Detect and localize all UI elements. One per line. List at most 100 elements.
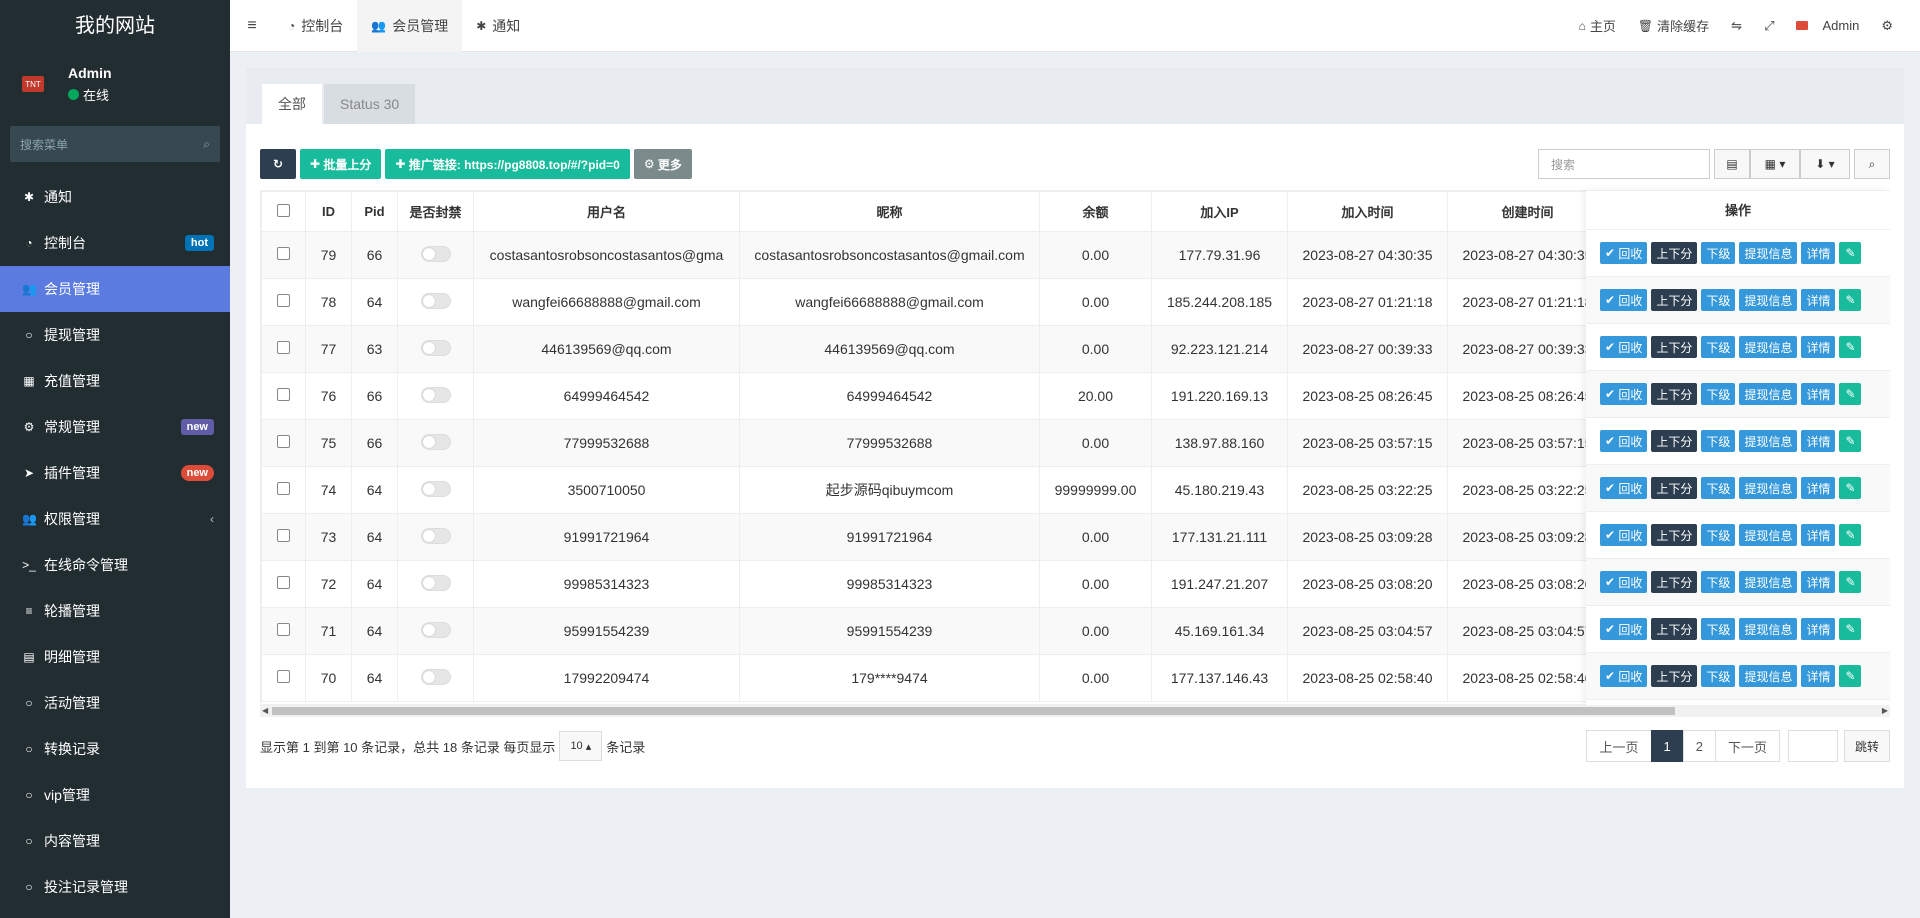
withdraw-info-button[interactable]: 提现信息: [1739, 336, 1798, 358]
nav-tab-0[interactable]: ◔ 控制台: [274, 0, 357, 52]
ban-switch[interactable]: [397, 560, 474, 608]
withdraw-info-button[interactable]: 提现信息: [1739, 571, 1798, 593]
page-1-button[interactable]: 1: [1650, 730, 1684, 762]
details-button[interactable]: 详情: [1801, 524, 1836, 546]
next-page-button[interactable]: 下一页: [1714, 730, 1780, 762]
withdraw-info-button[interactable]: 提现信息: [1739, 383, 1798, 405]
more-button[interactable]: ⚙ 更多: [633, 149, 692, 179]
ban-switch[interactable]: [397, 278, 474, 326]
row-checkbox[interactable]: [261, 278, 306, 326]
edit-pencil-icon[interactable]: ✎: [1839, 571, 1862, 593]
edit-pencil-icon[interactable]: ✎: [1839, 383, 1862, 405]
sidebar-item-content[interactable]: ○ 内容管理: [0, 818, 230, 864]
sidebar-item-notice[interactable]: ✱ 通知: [0, 174, 230, 220]
subordinates-button[interactable]: 下级: [1701, 477, 1736, 499]
sidebar-item-recharge[interactable]: ▦ 充值管理: [0, 358, 230, 404]
card-view-icon[interactable]: ▤: [1714, 149, 1750, 179]
recycle-button[interactable]: ✔ 回收: [1600, 289, 1648, 311]
subordinates-button[interactable]: 下级: [1701, 665, 1736, 687]
edit-pencil-icon[interactable]: ✎: [1839, 665, 1862, 687]
details-button[interactable]: 详情: [1801, 665, 1836, 687]
subordinates-button[interactable]: 下级: [1701, 289, 1736, 311]
sidebar-item-carousel[interactable]: ≡ 轮播管理: [0, 588, 230, 634]
sidebar-item-bets[interactable]: ○ 投注记录管理: [0, 864, 230, 910]
row-checkbox[interactable]: [261, 372, 306, 420]
home-link[interactable]: ⌂ 主页: [1568, 16, 1627, 35]
settings-gear-icon[interactable]: ⚙: [1870, 18, 1904, 34]
tab-all[interactable]: 全部: [262, 84, 322, 124]
adjust-balance-button[interactable]: 上下分: [1651, 524, 1698, 546]
recycle-button[interactable]: ✔ 回收: [1600, 524, 1648, 546]
details-button[interactable]: 详情: [1801, 383, 1836, 405]
clear-cache-button[interactable]: 🗑 清除缓存: [1627, 16, 1720, 35]
advanced-search-icon[interactable]: ⌕: [1854, 149, 1890, 179]
edit-pencil-icon[interactable]: ✎: [1839, 242, 1862, 264]
withdraw-info-button[interactable]: 提现信息: [1739, 289, 1798, 311]
menu-search-input[interactable]: 搜索菜单 ⌕: [10, 126, 220, 162]
table-search-input[interactable]: 搜索: [1538, 149, 1710, 179]
adjust-balance-button[interactable]: 上下分: [1651, 289, 1698, 311]
sidebar-item-dashboard[interactable]: ◔ 控制台 hot: [0, 220, 230, 266]
recycle-button[interactable]: ✔ 回收: [1600, 477, 1648, 499]
site-logo[interactable]: 我的网站: [0, 0, 230, 52]
adjust-balance-button[interactable]: 上下分: [1651, 571, 1698, 593]
adjust-balance-button[interactable]: 上下分: [1651, 618, 1698, 640]
subordinates-button[interactable]: 下级: [1701, 571, 1736, 593]
recycle-button[interactable]: ✔ 回收: [1600, 336, 1648, 358]
recycle-button[interactable]: ✔ 回收: [1600, 242, 1648, 264]
row-checkbox[interactable]: [261, 419, 306, 467]
sidebar-item-activity[interactable]: ○ 活动管理: [0, 680, 230, 726]
adjust-balance-button[interactable]: 上下分: [1651, 242, 1698, 264]
row-checkbox[interactable]: [261, 607, 306, 655]
recycle-button[interactable]: ✔ 回收: [1600, 665, 1648, 687]
recycle-button[interactable]: ✔ 回收: [1600, 430, 1648, 452]
horizontal-scrollbar[interactable]: ◀ ▶: [260, 705, 1890, 717]
select-all-checkbox[interactable]: [261, 191, 306, 232]
export-icon[interactable]: ⬇ ▾: [1800, 149, 1850, 179]
subordinates-button[interactable]: 下级: [1701, 242, 1736, 264]
details-button[interactable]: 详情: [1801, 289, 1836, 311]
subordinates-button[interactable]: 下级: [1701, 336, 1736, 358]
withdraw-info-button[interactable]: 提现信息: [1739, 524, 1798, 546]
col-id[interactable]: ID: [305, 191, 352, 232]
col-pid[interactable]: Pid: [351, 191, 398, 232]
row-checkbox[interactable]: [261, 466, 306, 514]
row-checkbox[interactable]: [261, 231, 306, 279]
nav-tab-2[interactable]: ✱ 通知: [462, 0, 534, 52]
col-create-time[interactable]: 创建时间: [1447, 191, 1608, 232]
row-checkbox[interactable]: [261, 560, 306, 608]
refresh-button[interactable]: ↻: [260, 149, 296, 179]
adjust-balance-button[interactable]: 上下分: [1651, 665, 1698, 687]
details-button[interactable]: 详情: [1801, 430, 1836, 452]
sidebar-item-members[interactable]: 👥 会员管理: [0, 266, 230, 312]
scroll-left-icon[interactable]: ◀: [262, 705, 268, 717]
col-nickname[interactable]: 昵称: [739, 191, 1040, 232]
edit-pencil-icon[interactable]: ✎: [1839, 289, 1862, 311]
prev-page-button[interactable]: 上一页: [1586, 730, 1652, 762]
ban-switch[interactable]: [397, 325, 474, 373]
subordinates-button[interactable]: 下级: [1701, 430, 1736, 452]
ban-switch[interactable]: [397, 231, 474, 279]
sidebar-item-general[interactable]: ⚙ 常规管理 new: [0, 404, 230, 450]
ban-switch[interactable]: [397, 419, 474, 467]
translate-icon[interactable]: ⇋: [1720, 18, 1753, 34]
details-button[interactable]: 详情: [1801, 618, 1836, 640]
ban-switch[interactable]: [397, 372, 474, 420]
adjust-balance-button[interactable]: 上下分: [1651, 336, 1698, 358]
ban-switch[interactable]: [397, 607, 474, 655]
ban-switch[interactable]: [397, 513, 474, 561]
scrollbar-thumb[interactable]: [272, 707, 1675, 715]
col-banned[interactable]: 是否封禁: [397, 191, 474, 232]
page-2-button[interactable]: 2: [1682, 730, 1716, 762]
recycle-button[interactable]: ✔ 回收: [1600, 571, 1648, 593]
row-checkbox[interactable]: [261, 325, 306, 373]
row-checkbox[interactable]: [261, 513, 306, 561]
fullscreen-icon[interactable]: ⤢: [1753, 18, 1785, 34]
columns-icon[interactable]: ▦ ▾: [1750, 149, 1800, 179]
recycle-button[interactable]: ✔ 回收: [1600, 618, 1648, 640]
withdraw-info-button[interactable]: 提现信息: [1739, 665, 1798, 687]
details-button[interactable]: 详情: [1801, 336, 1836, 358]
withdraw-info-button[interactable]: 提现信息: [1739, 618, 1798, 640]
edit-pencil-icon[interactable]: ✎: [1839, 430, 1862, 452]
withdraw-info-button[interactable]: 提现信息: [1739, 430, 1798, 452]
